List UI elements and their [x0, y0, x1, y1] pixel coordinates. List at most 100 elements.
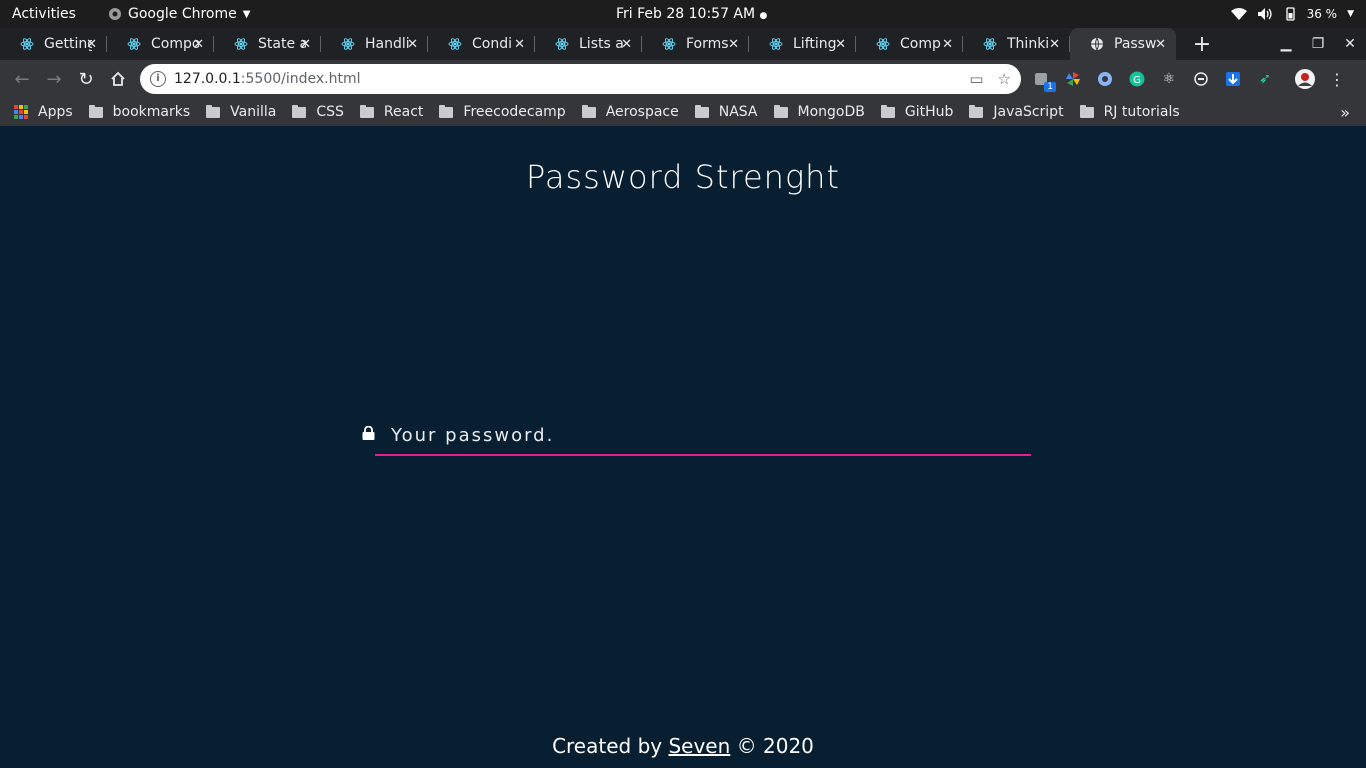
profile-avatar[interactable] [1294, 68, 1316, 90]
restore-icon[interactable]: ❐ [1302, 36, 1334, 52]
close-tab-icon[interactable]: ✕ [86, 37, 97, 52]
close-tab-icon[interactable]: ✕ [407, 37, 418, 52]
browser-tab[interactable]: Getting ✕ [0, 28, 107, 60]
close-tab-icon[interactable]: ✕ [300, 37, 311, 52]
chrome-menu-icon[interactable]: ⋮ [1326, 68, 1348, 90]
bookmark-label: bookmarks [112, 104, 191, 120]
activities-button[interactable]: Activities [12, 6, 76, 22]
back-button[interactable]: ← [6, 63, 38, 95]
react-favicon-icon [20, 38, 34, 50]
close-window-icon[interactable]: ✕ [1334, 36, 1366, 52]
browser-tab[interactable]: Lifting ✕ [749, 28, 856, 60]
close-tab-icon[interactable]: ✕ [728, 37, 739, 52]
clock[interactable]: Fri Feb 28 10:57 AM ● [616, 6, 767, 22]
arrow-left-icon: ← [14, 68, 30, 90]
pinwheel-extension-icon[interactable] [1062, 68, 1084, 90]
folder-icon [292, 104, 307, 118]
tab-strip: Getting ✕ Compo ✕ State a ✕ Handli ✕ Condi ✕ Lists… [0, 28, 1366, 60]
browser-tab[interactable]: Passw ✕ [1070, 28, 1176, 60]
site-info-icon[interactable]: i [150, 71, 166, 87]
tab-label: Forms [686, 36, 729, 52]
bookmark-folder[interactable]: Vanilla [206, 104, 276, 120]
system-tray[interactable]: 36 % ▼ [1230, 7, 1354, 21]
extensions-bar: 1 G ⚛ ➶ ⋮ [1030, 68, 1348, 92]
bookmark-star-icon[interactable]: ☆ [998, 70, 1011, 88]
bookmark-label: Vanilla [230, 104, 277, 120]
folder-icon [773, 104, 788, 118]
bookmark-folder[interactable]: NASA [694, 104, 758, 120]
minimize-icon[interactable]: ▁ [1270, 36, 1302, 52]
bookmark-folder[interactable]: React [359, 104, 424, 120]
close-tab-icon[interactable]: ✕ [942, 37, 953, 52]
react-favicon-icon [876, 38, 890, 50]
browser-tab[interactable]: Compo ✕ [107, 28, 214, 60]
cast-icon[interactable]: ▭ [969, 70, 983, 88]
address-bar[interactable]: i 127.0.0.1:5500/index.html ▭ ☆ [140, 64, 1021, 94]
react-devtools-icon[interactable]: ⚛ [1158, 68, 1180, 90]
close-tab-icon[interactable]: ✕ [835, 37, 846, 52]
tab-label: Getting [44, 36, 92, 52]
bookmark-apps[interactable]: Apps [14, 104, 73, 120]
bookmark-folder[interactable]: CSS [292, 104, 344, 120]
page-title: Password Strenght [526, 158, 840, 196]
browser-tab[interactable]: Comp ✕ [856, 28, 963, 60]
browser-tab[interactable]: Handli ✕ [321, 28, 428, 60]
bookmark-label: React [383, 104, 424, 120]
volume-icon [1257, 8, 1272, 20]
folder-icon [880, 104, 895, 118]
browser-tab[interactable]: Forms ✕ [642, 28, 749, 60]
bookmark-folder[interactable]: GitHub [880, 104, 953, 120]
new-tab-button[interactable]: + [1180, 28, 1224, 60]
close-tab-icon[interactable]: ✕ [193, 37, 204, 52]
caret-down-icon: ▼ [242, 8, 251, 20]
react-favicon-icon [983, 38, 997, 50]
close-tab-icon[interactable]: ✕ [621, 37, 632, 52]
folder-icon [969, 104, 984, 118]
bookmark-folder[interactable]: MongoDB [773, 104, 865, 120]
caret-down-icon: ▼ [1347, 9, 1354, 19]
battery-percent: 36 % [1306, 7, 1338, 21]
bookmark-folder[interactable]: JavaScript [969, 104, 1064, 120]
author-link[interactable]: Seven [668, 734, 730, 758]
close-tab-icon[interactable]: ✕ [1049, 37, 1060, 52]
download-extension-icon[interactable] [1222, 68, 1244, 90]
home-icon [111, 71, 125, 86]
extension-cube-icon[interactable]: 1 [1030, 68, 1056, 92]
browser-tab[interactable]: State a ✕ [214, 28, 321, 60]
browser-tab[interactable]: Condi ✕ [428, 28, 535, 60]
url-host: 127.0.0.1 [174, 71, 241, 87]
clock-text: Fri Feb 28 10:57 AM [616, 6, 756, 22]
forward-button[interactable]: → [38, 63, 70, 95]
folder-icon [206, 104, 221, 118]
folder-icon [1079, 104, 1094, 118]
password-input[interactable] [375, 416, 1031, 456]
tab-label: Comp [900, 36, 941, 52]
close-tab-icon[interactable]: ✕ [1155, 37, 1166, 52]
bookmark-folder[interactable]: RJ tutorials [1079, 104, 1180, 120]
bookmark-folder[interactable]: Aerospace [581, 104, 679, 120]
browser-tab[interactable]: Thinki ✕ [963, 28, 1070, 60]
react-favicon-icon [555, 38, 569, 50]
app-menu[interactable]: Google Chrome ▼ [108, 6, 250, 22]
bookmark-label: RJ tutorials [1103, 104, 1180, 120]
tab-label: Lifting [793, 36, 837, 52]
grammarly-icon[interactable]: G [1126, 68, 1148, 90]
tab-label: Compo [151, 36, 199, 52]
reload-button[interactable]: ↻ [70, 63, 102, 95]
react-favicon-icon [234, 38, 248, 50]
bookmarks-overflow-button[interactable]: » [1340, 103, 1350, 122]
close-tab-icon[interactable]: ✕ [514, 37, 525, 52]
browser-tab[interactable]: Lists a ✕ [535, 28, 642, 60]
bookmark-label: Freecodecamp [463, 104, 566, 120]
tab-label: Handli [365, 36, 410, 52]
globe-icon [1091, 37, 1103, 51]
circle-extension-icon[interactable] [1094, 68, 1116, 90]
bookmark-folder[interactable]: bookmarks [88, 104, 191, 120]
bookmark-folder[interactable]: Freecodecamp [439, 104, 566, 120]
home-button[interactable] [102, 63, 134, 95]
record-extension-icon[interactable] [1190, 68, 1212, 90]
bookmark-label: CSS [316, 104, 344, 120]
hummingbird-extension-icon[interactable]: ➶ [1254, 68, 1276, 90]
folder-icon [359, 104, 374, 118]
folder-icon [439, 104, 454, 118]
